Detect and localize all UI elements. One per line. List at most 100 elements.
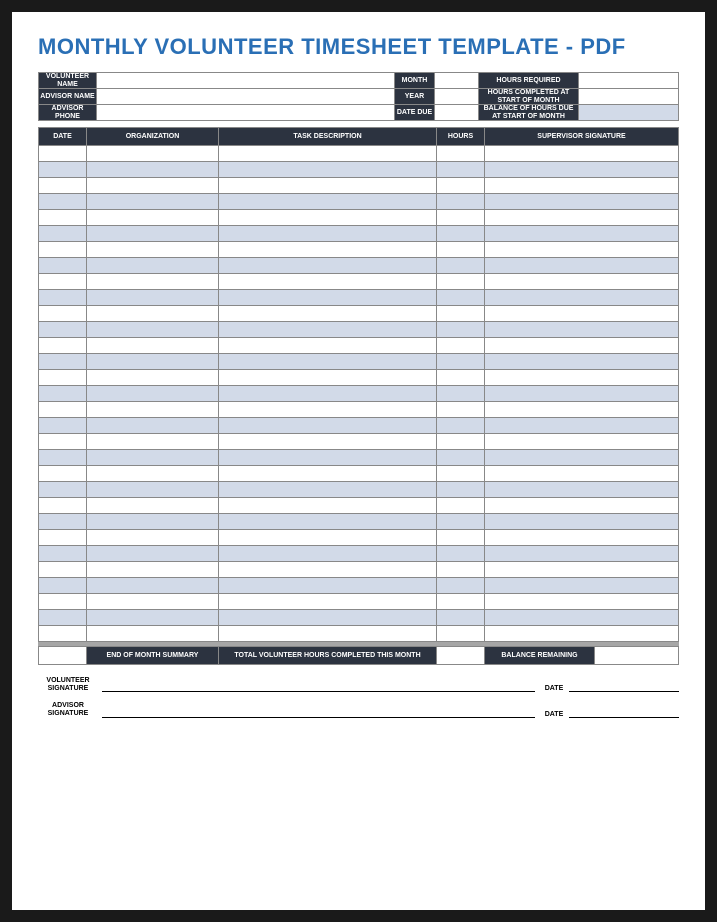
cell[interactable] xyxy=(39,498,87,514)
cell[interactable] xyxy=(87,274,219,290)
cell[interactable] xyxy=(39,338,87,354)
cell[interactable] xyxy=(39,610,87,626)
balance-remaining-value[interactable] xyxy=(595,647,679,665)
cell[interactable] xyxy=(219,562,437,578)
cell[interactable] xyxy=(87,626,219,642)
cell[interactable] xyxy=(485,306,679,322)
cell[interactable] xyxy=(485,402,679,418)
cell[interactable] xyxy=(219,418,437,434)
cell[interactable] xyxy=(39,210,87,226)
cell[interactable] xyxy=(437,370,485,386)
cell[interactable] xyxy=(485,146,679,162)
advisor-name-field[interactable] xyxy=(97,89,395,105)
cell[interactable] xyxy=(485,450,679,466)
cell[interactable] xyxy=(219,258,437,274)
cell[interactable] xyxy=(437,290,485,306)
cell[interactable] xyxy=(39,162,87,178)
cell[interactable] xyxy=(219,610,437,626)
advisor-phone-field[interactable] xyxy=(97,105,395,121)
cell[interactable] xyxy=(39,418,87,434)
cell[interactable] xyxy=(437,546,485,562)
cell[interactable] xyxy=(437,258,485,274)
cell[interactable] xyxy=(219,306,437,322)
cell[interactable] xyxy=(39,482,87,498)
cell[interactable] xyxy=(219,530,437,546)
cell[interactable] xyxy=(39,594,87,610)
cell[interactable] xyxy=(437,450,485,466)
cell[interactable] xyxy=(437,306,485,322)
cell[interactable] xyxy=(485,242,679,258)
cell[interactable] xyxy=(485,322,679,338)
cell[interactable] xyxy=(39,242,87,258)
cell[interactable] xyxy=(87,178,219,194)
cell[interactable] xyxy=(485,178,679,194)
cell[interactable] xyxy=(485,482,679,498)
cell[interactable] xyxy=(485,370,679,386)
cell[interactable] xyxy=(87,546,219,562)
volunteer-signature-line[interactable] xyxy=(102,680,535,692)
cell[interactable] xyxy=(437,610,485,626)
cell[interactable] xyxy=(485,498,679,514)
hours-completed-field[interactable] xyxy=(579,89,679,105)
cell[interactable] xyxy=(39,226,87,242)
cell[interactable] xyxy=(39,290,87,306)
cell[interactable] xyxy=(437,482,485,498)
cell[interactable] xyxy=(219,354,437,370)
cell[interactable] xyxy=(39,354,87,370)
cell[interactable] xyxy=(87,530,219,546)
cell[interactable] xyxy=(219,450,437,466)
cell[interactable] xyxy=(87,434,219,450)
cell[interactable] xyxy=(87,258,219,274)
cell[interactable] xyxy=(219,594,437,610)
cell[interactable] xyxy=(485,194,679,210)
cell[interactable] xyxy=(39,578,87,594)
cell[interactable] xyxy=(87,386,219,402)
cell[interactable] xyxy=(485,210,679,226)
cell[interactable] xyxy=(485,514,679,530)
cell[interactable] xyxy=(485,338,679,354)
month-field[interactable] xyxy=(435,73,479,89)
cell[interactable] xyxy=(87,354,219,370)
cell[interactable] xyxy=(485,546,679,562)
cell[interactable] xyxy=(39,194,87,210)
cell[interactable] xyxy=(87,482,219,498)
hours-required-field[interactable] xyxy=(579,73,679,89)
cell[interactable] xyxy=(87,194,219,210)
cell[interactable] xyxy=(485,418,679,434)
cell[interactable] xyxy=(485,162,679,178)
cell[interactable] xyxy=(219,514,437,530)
cell[interactable] xyxy=(87,466,219,482)
cell[interactable] xyxy=(437,274,485,290)
cell[interactable] xyxy=(219,178,437,194)
cell[interactable] xyxy=(87,594,219,610)
cell[interactable] xyxy=(485,434,679,450)
cell[interactable] xyxy=(39,386,87,402)
cell[interactable] xyxy=(219,386,437,402)
cell[interactable] xyxy=(437,386,485,402)
cell[interactable] xyxy=(87,498,219,514)
cell[interactable] xyxy=(437,466,485,482)
cell[interactable] xyxy=(219,370,437,386)
cell[interactable] xyxy=(219,482,437,498)
cell[interactable] xyxy=(87,146,219,162)
cell[interactable] xyxy=(39,258,87,274)
cell[interactable] xyxy=(437,514,485,530)
cell[interactable] xyxy=(437,562,485,578)
balance-field[interactable] xyxy=(579,105,679,121)
cell[interactable] xyxy=(39,546,87,562)
cell[interactable] xyxy=(39,402,87,418)
cell[interactable] xyxy=(485,354,679,370)
cell[interactable] xyxy=(437,162,485,178)
cell[interactable] xyxy=(437,242,485,258)
cell[interactable] xyxy=(219,242,437,258)
cell[interactable] xyxy=(219,434,437,450)
cell[interactable] xyxy=(437,354,485,370)
cell[interactable] xyxy=(437,322,485,338)
cell[interactable] xyxy=(87,306,219,322)
cell[interactable] xyxy=(485,466,679,482)
cell[interactable] xyxy=(437,194,485,210)
cell[interactable] xyxy=(39,514,87,530)
cell[interactable] xyxy=(485,530,679,546)
cell[interactable] xyxy=(219,626,437,642)
cell[interactable] xyxy=(39,274,87,290)
